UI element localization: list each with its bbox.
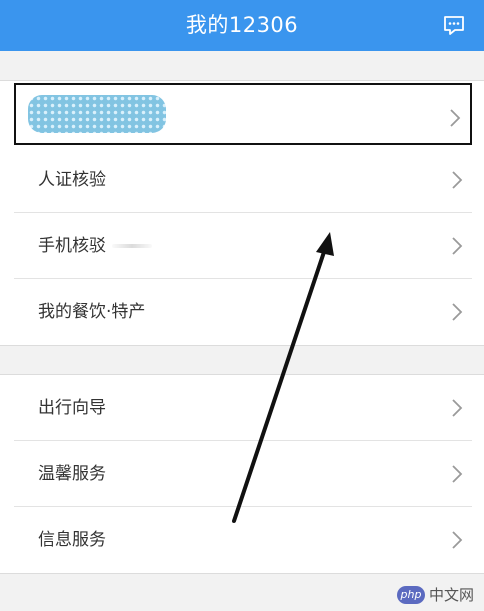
care-service-label: 温馨服务 bbox=[38, 464, 106, 484]
phone-verification-row[interactable]: 手机核驳 bbox=[14, 213, 472, 279]
chevron-right-icon bbox=[452, 531, 463, 549]
account-group: 人证核验 手机核驳 我的餐饮·特产 bbox=[0, 80, 484, 346]
info-service-label: 信息服务 bbox=[38, 530, 106, 550]
top-bar: 我的12306 bbox=[0, 0, 484, 51]
chat-bubble-icon[interactable] bbox=[442, 13, 466, 37]
redaction-smudge bbox=[112, 244, 152, 248]
care-service-row[interactable]: 温馨服务 bbox=[14, 441, 472, 507]
page-title: 我的12306 bbox=[185, 13, 299, 37]
account-row[interactable] bbox=[14, 83, 472, 145]
watermark-logo: php bbox=[396, 585, 425, 604]
chevron-right-icon bbox=[450, 109, 461, 127]
phone-verification-text: 手机核驳 bbox=[38, 236, 106, 256]
watermark-text: 中文网 bbox=[428, 586, 474, 604]
watermark: php 中文网 bbox=[396, 584, 474, 605]
chevron-right-icon bbox=[452, 303, 463, 321]
identity-verification-row[interactable]: 人证核验 bbox=[14, 147, 472, 213]
redacted-account-name bbox=[28, 95, 166, 133]
chevron-right-icon bbox=[452, 465, 463, 483]
service-group: 出行向导 温馨服务 信息服务 bbox=[0, 374, 484, 574]
catering-specialty-row[interactable]: 我的餐饮·特产 bbox=[14, 279, 472, 345]
travel-guide-label: 出行向导 bbox=[38, 398, 106, 418]
phone-verification-label: 手机核驳 bbox=[38, 213, 152, 279]
identity-verification-label: 人证核验 bbox=[38, 170, 106, 190]
catering-specialty-label: 我的餐饮·特产 bbox=[38, 302, 146, 322]
travel-guide-row[interactable]: 出行向导 bbox=[14, 375, 472, 441]
chevron-right-icon bbox=[452, 237, 463, 255]
info-service-row[interactable]: 信息服务 bbox=[14, 507, 472, 573]
chevron-right-icon bbox=[452, 399, 463, 417]
chevron-right-icon bbox=[452, 171, 463, 189]
